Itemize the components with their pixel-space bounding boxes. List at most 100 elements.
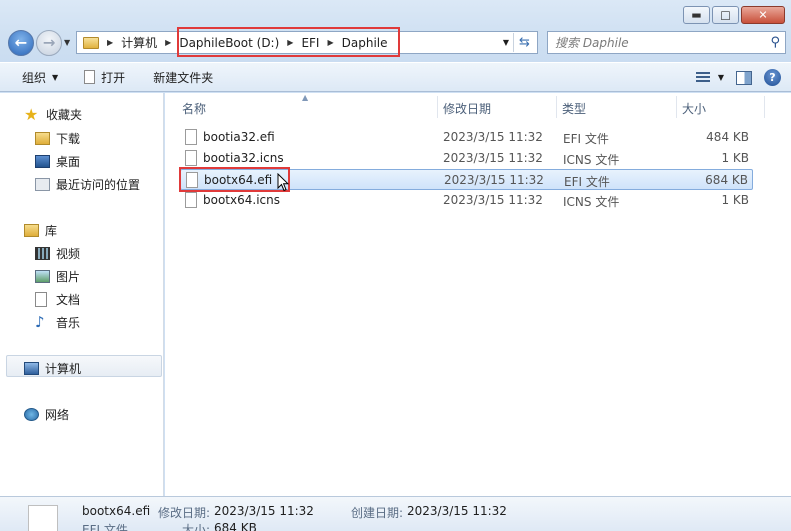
maximize-icon: □ (720, 8, 731, 22)
sidebar-item-recent-places[interactable]: 最近访问的位置 (35, 176, 140, 193)
file-list-pane: ▲ 名称 修改日期 类型 大小 bootia32.efi 2023/3/15 1… (165, 93, 791, 496)
libraries-icon (24, 224, 39, 237)
window-chrome: ▬ □ ✕ ← → ▼ ▶ 计算机 ▶ DaphileBoot (D:) ▶ E… (0, 0, 791, 92)
forward-button[interactable]: → (36, 30, 62, 56)
star-icon: ★ (24, 104, 39, 124)
documents-icon (35, 292, 47, 307)
downloads-folder-icon (35, 132, 50, 145)
column-divider[interactable] (764, 96, 765, 118)
minimize-icon: ▬ (691, 8, 702, 22)
column-header-type[interactable]: 类型 (562, 100, 586, 117)
organize-label: 组织 (22, 70, 47, 85)
open-label: 打开 (101, 70, 126, 85)
file-type: EFI 文件 (564, 175, 610, 189)
chevron-down-icon: ▼ (52, 72, 59, 82)
details-file-name: bootx64.efi (82, 504, 151, 518)
file-modified: 2023/3/15 11:32 (443, 151, 543, 165)
sort-ascending-icon: ▲ (302, 93, 309, 102)
file-type: EFI 文件 (563, 132, 609, 146)
column-header-row: ▲ 名称 修改日期 类型 大小 (165, 93, 765, 120)
details-file-type: EFI 文件 (82, 523, 128, 531)
details-size-label: 大小: (182, 523, 211, 531)
network-icon (24, 408, 39, 421)
column-divider[interactable] (556, 96, 557, 118)
column-header-modified[interactable]: 修改日期 (443, 100, 491, 117)
sidebar-item-computer[interactable]: 计算机 (24, 360, 81, 377)
file-row-bootx64-icns[interactable]: bootx64.icns 2023/3/15 11:32 ICNS 文件 1 K… (180, 190, 753, 211)
details-view-icon (695, 72, 710, 83)
sidebar-item-label: 最近访问的位置 (56, 178, 141, 192)
open-button[interactable]: 打开 (74, 63, 135, 91)
details-size-value: 684 KB (214, 521, 257, 531)
details-pane: bootx64.efi 修改日期: 2023/3/15 11:32 创建日期: … (0, 496, 791, 531)
column-header-size[interactable]: 大小 (682, 100, 706, 117)
folder-icon (83, 36, 99, 49)
recent-pages-dropdown-icon[interactable]: ▼ (64, 38, 70, 47)
organize-menu-button[interactable]: 组织 ▼ (0, 63, 68, 91)
maximize-button[interactable]: □ (712, 6, 739, 24)
file-icon (185, 129, 197, 145)
document-icon (84, 70, 96, 84)
sidebar-item-desktop[interactable]: 桌面 (35, 153, 80, 170)
sidebar-item-network[interactable]: 网络 (24, 406, 69, 423)
recent-places-icon (35, 178, 50, 191)
computer-icon (24, 362, 39, 375)
view-controls: ▼ ? (695, 69, 781, 86)
breadcrumb-separator-icon[interactable]: ▶ (165, 38, 171, 47)
sidebar-item-label: 视频 (56, 247, 81, 261)
file-modified: 2023/3/15 11:32 (444, 173, 544, 187)
file-size: 484 KB (706, 130, 749, 144)
breadcrumb-separator-icon[interactable]: ▶ (107, 38, 113, 47)
preview-pane-button[interactable] (736, 70, 752, 85)
file-icon (185, 150, 197, 166)
file-type: ICNS 文件 (563, 195, 620, 209)
minimize-button[interactable]: ▬ (683, 6, 710, 24)
file-name: bootx64.icns (203, 193, 280, 207)
sidebar-item-label: 收藏夹 (46, 108, 83, 122)
sidebar-item-music[interactable]: ♪ 音乐 (35, 314, 80, 331)
new-folder-label: 新建文件夹 (153, 70, 214, 85)
desktop-icon (35, 155, 50, 168)
command-bar: 组织 ▼ 打开 新建文件夹 ▼ ? (0, 62, 791, 92)
file-highlight-box (179, 167, 290, 192)
sidebar-item-label: 库 (45, 224, 58, 238)
back-button[interactable]: ← (8, 30, 34, 56)
help-button[interactable]: ? (764, 69, 781, 86)
sidebar-item-videos[interactable]: 视频 (35, 245, 80, 262)
details-modified-value: 2023/3/15 11:32 (214, 504, 314, 518)
sidebar-item-downloads[interactable]: 下载 (35, 130, 80, 147)
file-modified: 2023/3/15 11:32 (443, 193, 543, 207)
chevron-down-icon: ▼ (717, 73, 724, 82)
pictures-icon (35, 270, 50, 283)
file-type: ICNS 文件 (563, 153, 620, 167)
breadcrumb-computer[interactable]: 计算机 (121, 34, 157, 51)
file-large-icon (28, 505, 58, 531)
search-icon[interactable]: ⚲ (770, 35, 780, 50)
column-header-name[interactable]: 名称 (182, 100, 206, 117)
sidebar-item-label: 计算机 (45, 362, 82, 376)
sidebar-item-documents[interactable]: 文档 (35, 291, 80, 308)
sidebar-item-label: 桌面 (56, 155, 81, 169)
column-divider[interactable] (676, 96, 677, 118)
file-row-bootia32-efi[interactable]: bootia32.efi 2023/3/15 11:32 EFI 文件 484 … (180, 127, 753, 148)
new-folder-button[interactable]: 新建文件夹 (143, 63, 223, 91)
sidebar-item-libraries[interactable]: 库 (24, 222, 57, 239)
sidebar-item-favorites[interactable]: ★ 收藏夹 (24, 106, 82, 123)
address-history-dropdown-icon[interactable]: ▼ (503, 38, 509, 47)
file-icon (185, 192, 197, 208)
address-highlight-box (177, 27, 400, 57)
refresh-button[interactable]: ⇆ (513, 33, 535, 52)
search-input[interactable] (555, 32, 755, 53)
sidebar-item-label: 图片 (56, 270, 81, 284)
details-modified-label: 修改日期: (158, 506, 211, 520)
change-view-button[interactable]: ▼ (695, 72, 724, 83)
column-divider[interactable] (437, 96, 438, 118)
file-row-bootia32-icns[interactable]: bootia32.icns 2023/3/15 11:32 ICNS 文件 1 … (180, 148, 753, 169)
file-modified: 2023/3/15 11:32 (443, 130, 543, 144)
sidebar-item-label: 网络 (45, 408, 70, 422)
file-size: 1 KB (721, 193, 749, 207)
search-box[interactable]: ⚲ (547, 31, 786, 54)
close-button[interactable]: ✕ (741, 6, 785, 24)
file-size: 1 KB (721, 151, 749, 165)
sidebar-item-pictures[interactable]: 图片 (35, 268, 80, 285)
